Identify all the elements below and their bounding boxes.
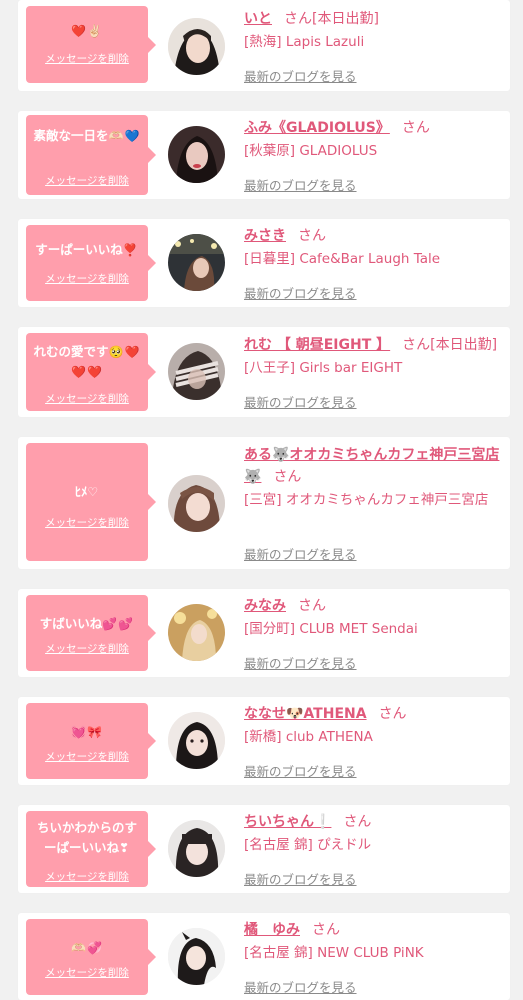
cast-name-link[interactable]: ななせ🐶ATHENA bbox=[244, 706, 367, 722]
latest-blog-link[interactable]: 最新のブログを見る bbox=[244, 66, 357, 85]
delete-message-link[interactable]: メッセージを削除 bbox=[26, 641, 148, 656]
message-emoji: ❤️✌🏻 bbox=[71, 24, 103, 38]
san-label: さん bbox=[343, 814, 372, 830]
message-card: 🫶🏻💞 メッセージを削除 橘 ゆみ さん [名古屋 錦] NEW CLUB PiN… bbox=[18, 913, 510, 1000]
cast-info: みなみ さん [国分町] CLUB MET Sendai 最新のブログを見る bbox=[244, 595, 506, 671]
cast-info: ななせ🐶ATHENA さん [新橋] club ATHENA 最新のブログを見る bbox=[244, 703, 506, 779]
message-bubble: ちいかわからのすーぱーいいね❣ メッセージを削除 bbox=[26, 811, 156, 887]
message-text: すーぱーいいね bbox=[35, 242, 123, 257]
delete-message-link[interactable]: メッセージを削除 bbox=[26, 391, 148, 406]
message-text: れむの愛です bbox=[33, 344, 109, 359]
shop-name: [熱海] Lapis Lazuli bbox=[244, 34, 365, 50]
san-label: さん bbox=[284, 11, 312, 27]
san-label: さん bbox=[402, 337, 431, 353]
message-text: 素敵な一日を bbox=[33, 128, 109, 143]
message-bubble: 🫶🏻💞 メッセージを削除 bbox=[26, 919, 156, 995]
san-label: さん bbox=[401, 120, 430, 136]
delete-message-link[interactable]: メッセージを削除 bbox=[26, 173, 148, 188]
cast-name-link[interactable]: 橘 ゆみ bbox=[244, 922, 300, 938]
cast-info: 橘 ゆみ さん [名古屋 錦] NEW CLUB PiNK 最新のブログを見る bbox=[244, 919, 506, 995]
shift-status: [本日出勤] bbox=[312, 11, 379, 27]
delete-message-link[interactable]: メッセージを削除 bbox=[26, 869, 148, 884]
message-card: れむの愛です🥺❤️❤️❤️ メッセージを削除 れむ 【 朝昼EIGHT 】さん[… bbox=[18, 327, 510, 417]
cast-info: ふみ《GLADIOLUS》 さん [秋葉原] GLADIOLUS 最新のブログを見… bbox=[244, 117, 506, 193]
delete-message-link[interactable]: メッセージを削除 bbox=[26, 271, 148, 286]
message-bubble: 素敵な一日を🫶🏻💙 メッセージを削除 bbox=[26, 115, 156, 195]
shop-name: [名古屋 錦] ぴえドル bbox=[244, 837, 372, 853]
message-text: ﾋﾒ bbox=[74, 484, 88, 499]
message-card: すばいいね💕💕 メッセージを削除 みなみ さん [国分町] CLUB MET Se… bbox=[18, 589, 510, 677]
avatar[interactable] bbox=[168, 820, 225, 877]
san-label: さん bbox=[312, 922, 340, 938]
message-emoji: 💓🎀 bbox=[71, 725, 103, 739]
latest-blog-link[interactable]: 最新のブログを見る bbox=[244, 175, 357, 194]
avatar[interactable] bbox=[168, 928, 225, 985]
message-emoji: ❣ bbox=[118, 841, 131, 855]
shop-name: [八王子] Girls bar EIGHT bbox=[244, 360, 403, 376]
cast-name-link[interactable]: れむ 【 朝昼EIGHT 】 bbox=[244, 337, 390, 353]
message-card: ❤️✌🏻 メッセージを削除 いと さん[本日出勤] [熱海] Lapis Lazu… bbox=[18, 0, 510, 91]
message-bubble: 💓🎀 メッセージを削除 bbox=[26, 703, 156, 779]
latest-blog-link[interactable]: 最新のブログを見る bbox=[244, 544, 357, 563]
latest-blog-link[interactable]: 最新のブログを見る bbox=[244, 283, 357, 302]
message-card: 素敵な一日を🫶🏻💙 メッセージを削除 ふみ《GLADIOLUS》 さん [秋葉原]… bbox=[18, 111, 510, 199]
message-bubble: れむの愛です🥺❤️❤️❤️ メッセージを削除 bbox=[26, 333, 156, 411]
latest-blog-link[interactable]: 最新のブログを見る bbox=[244, 977, 357, 996]
avatar[interactable] bbox=[168, 343, 225, 400]
cast-name-link[interactable]: みなみ bbox=[244, 598, 286, 614]
cast-name-link[interactable]: いと bbox=[244, 11, 272, 27]
latest-blog-link[interactable]: 最新のブログを見る bbox=[244, 761, 357, 780]
avatar[interactable] bbox=[168, 712, 225, 769]
delete-message-link[interactable]: メッセージを削除 bbox=[26, 51, 148, 66]
avatar[interactable] bbox=[168, 126, 225, 183]
shop-name: [三宮] オオカミちゃんカフェ神戸三宮店 bbox=[244, 492, 489, 508]
cast-info: みさき さん [日暮里] Cafe&Bar Laugh Tale 最新のブログを見… bbox=[244, 225, 506, 301]
shop-name: [新橋] club ATHENA bbox=[244, 729, 373, 745]
message-bubble: すーぱーいいね❣️ メッセージを削除 bbox=[26, 225, 156, 301]
message-bubble: ❤️✌🏻 メッセージを削除 bbox=[26, 6, 156, 83]
latest-blog-link[interactable]: 最新のブログを見る bbox=[244, 392, 357, 411]
message-emoji: 🫶🏻💙 bbox=[108, 129, 141, 143]
message-card: すーぱーいいね❣️ メッセージを削除 みさき さん [日暮里] Cafe&Bar … bbox=[18, 219, 510, 307]
cast-info: ある🐺オオカミちゃんカフェ神戸三宮店🐺 さん [三宮] オオカミちゃんカフェ神戸三… bbox=[244, 444, 506, 562]
latest-blog-link[interactable]: 最新のブログを見る bbox=[244, 653, 357, 672]
avatar[interactable] bbox=[168, 604, 225, 661]
message-card: 💓🎀 メッセージを削除 ななせ🐶ATHENA さん [新橋] club ATHEN… bbox=[18, 697, 510, 785]
cast-name-link[interactable]: みさき bbox=[244, 228, 286, 244]
message-emoji: ♡ bbox=[87, 485, 100, 499]
delete-message-link[interactable]: メッセージを削除 bbox=[26, 515, 148, 530]
latest-blog-link[interactable]: 最新のブログを見る bbox=[244, 869, 357, 888]
message-list: ❤️✌🏻 メッセージを削除 いと さん[本日出勤] [熱海] Lapis Lazu… bbox=[0, 0, 523, 1000]
message-text: すばいいね bbox=[39, 616, 103, 631]
shop-name: [日暮里] Cafe&Bar Laugh Tale bbox=[244, 251, 441, 267]
cast-info: ちいちゃん❕ さん [名古屋 錦] ぴえドル 最新のブログを見る bbox=[244, 811, 506, 887]
message-card: ちいかわからのすーぱーいいね❣ メッセージを削除 ちいちゃん❕ さん [名古屋 錦… bbox=[18, 805, 510, 893]
message-bubble: ﾋﾒ♡ メッセージを削除 bbox=[26, 443, 156, 561]
san-label: さん bbox=[298, 228, 326, 244]
san-label: さん bbox=[273, 469, 302, 485]
message-emoji: ❣️ bbox=[122, 243, 139, 257]
avatar[interactable] bbox=[168, 18, 225, 75]
avatar[interactable] bbox=[168, 234, 225, 291]
avatar[interactable] bbox=[168, 475, 225, 532]
shop-name: [名古屋 錦] NEW CLUB PiNK bbox=[244, 945, 424, 961]
shop-name: [国分町] CLUB MET Sendai bbox=[244, 621, 418, 637]
delete-message-link[interactable]: メッセージを削除 bbox=[26, 965, 148, 980]
san-label: さん bbox=[298, 598, 326, 614]
shift-status: [本日出勤] bbox=[430, 337, 498, 353]
cast-info: れむ 【 朝昼EIGHT 】さん[本日出勤] [八王子] Girls bar E… bbox=[244, 334, 506, 410]
message-bubble: すばいいね💕💕 メッセージを削除 bbox=[26, 595, 156, 671]
shop-name: [秋葉原] GLADIOLUS bbox=[244, 143, 378, 159]
delete-message-link[interactable]: メッセージを削除 bbox=[26, 749, 148, 764]
message-card: ﾋﾒ♡ メッセージを削除 ある🐺オオカミちゃんカフェ神戸三宮店🐺 さん [三宮] … bbox=[18, 437, 510, 569]
cast-info: いと さん[本日出勤] [熱海] Lapis Lazuli 最新のブログを見る bbox=[244, 8, 506, 84]
san-label: さん bbox=[378, 706, 407, 722]
cast-name-link[interactable]: ちいちゃん❕ bbox=[244, 814, 331, 830]
message-emoji: 🫶🏻💞 bbox=[71, 941, 103, 955]
message-emoji: 💕💕 bbox=[102, 617, 135, 631]
cast-name-link[interactable]: ふみ《GLADIOLUS》 bbox=[244, 120, 390, 136]
